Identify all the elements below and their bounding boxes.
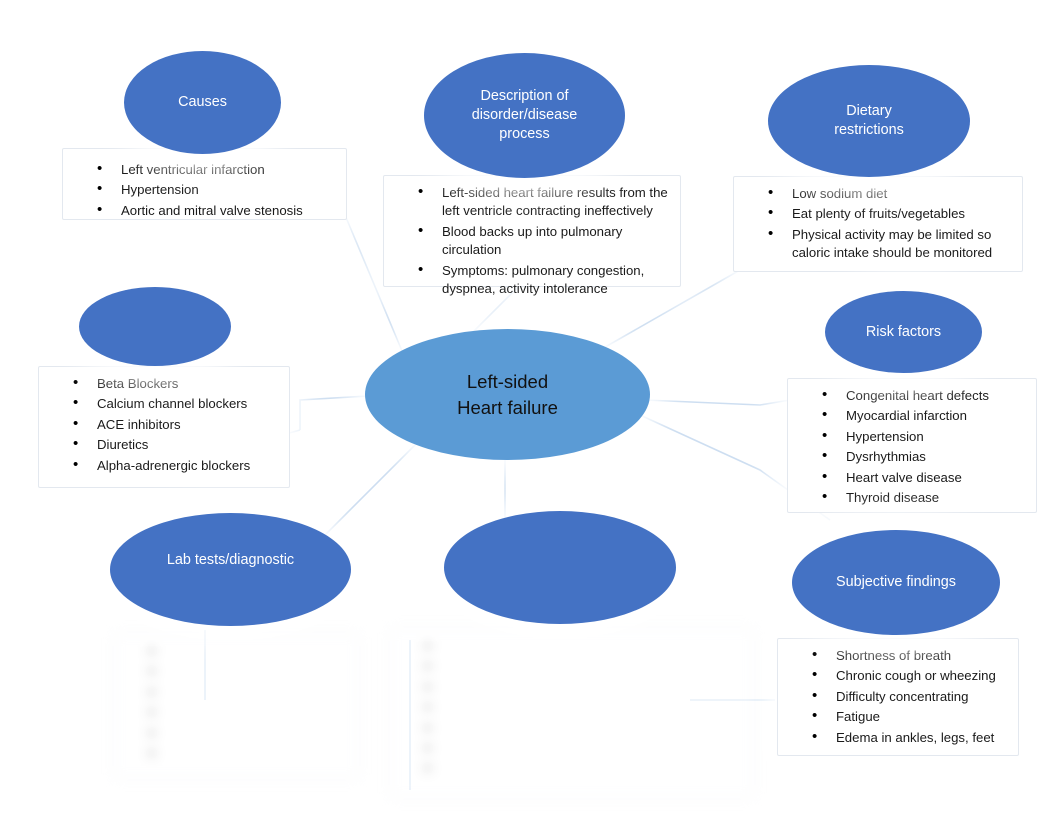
- list-item: [425, 658, 745, 677]
- node-risk-factors[interactable]: Risk factors: [825, 291, 982, 373]
- center-topic-line1: Left-sided: [466, 370, 549, 392]
- list-item: Calcium channel blockers: [73, 394, 281, 413]
- node-lab-tests-label-line2: [229, 570, 233, 589]
- list-item: [425, 679, 745, 698]
- node-subjective-findings[interactable]: Subjective findings: [792, 530, 1000, 635]
- node-dietary-label-line1: Dietary: [846, 103, 892, 119]
- list-item: Hypertension: [97, 180, 338, 199]
- connector-center-risk: [644, 399, 791, 406]
- list-item: Left ventricular infarction: [97, 160, 338, 179]
- list-item: [149, 704, 350, 723]
- medications-list: Beta Blockers Calcium channel blockers A…: [39, 374, 289, 475]
- causes-list: Left ventricular infarction Hypertension…: [63, 160, 346, 220]
- list-item: ACE inhibitors: [73, 415, 281, 434]
- list-item: [149, 745, 350, 764]
- subjective-findings-box: Shortness of breath Chronic cough or whe…: [777, 638, 1019, 756]
- list-item: Dysrhythmias: [822, 447, 1028, 466]
- concept-map-canvas: Left ventricular infarction Hypertension…: [0, 0, 1062, 822]
- dietary-box: Low sodium diet Eat plenty of fruits/veg…: [733, 176, 1023, 272]
- node-description-label-line1: Description of: [480, 88, 569, 104]
- list-item: Shortness of breath: [812, 646, 1010, 665]
- list-item: Difficulty concentrating: [812, 687, 1010, 706]
- node-dietary-label-line2: restrictions: [834, 122, 904, 138]
- list-item: Aortic and mitral valve stenosis: [97, 201, 338, 220]
- list-item: [425, 638, 745, 657]
- bottom-center-list: [391, 638, 753, 780]
- list-item: Heart valve disease: [822, 468, 1028, 487]
- lab-tests-list: [115, 643, 358, 764]
- list-item: Hypertension: [822, 427, 1028, 446]
- dietary-list: Low sodium diet Eat plenty of fruits/veg…: [734, 184, 1022, 263]
- list-item: Symptoms: pulmonary congestion, dyspnea,…: [418, 261, 672, 299]
- risk-factors-box: Congenital heart defects Myocardial infa…: [787, 378, 1037, 513]
- list-item: Fatigue: [812, 707, 1010, 726]
- node-description[interactable]: Description of disorder/disease process: [424, 53, 625, 178]
- list-item: Thyroid disease: [822, 488, 1028, 507]
- bottom-center-box: [390, 628, 754, 798]
- list-item: [149, 663, 350, 682]
- node-subjective-findings-label: Subjective findings: [836, 574, 956, 590]
- node-medications[interactable]: [79, 287, 231, 366]
- node-risk-factors-label: Risk factors: [865, 323, 942, 340]
- node-causes[interactable]: Causes: [124, 51, 281, 154]
- center-topic-line2: Heart failure: [457, 396, 558, 418]
- node-bottom-center-label: [558, 558, 562, 577]
- causes-box: Left ventricular infarction Hypertension…: [62, 148, 347, 220]
- node-causes-label: Causes: [178, 94, 227, 110]
- node-dietary[interactable]: Dietary restrictions: [768, 65, 970, 177]
- list-item: [425, 699, 745, 718]
- list-item: Blood backs up into pulmonary circulatio…: [418, 222, 672, 260]
- subjective-findings-list: Shortness of breath Chronic cough or whe…: [778, 646, 1018, 747]
- medications-box: Beta Blockers Calcium channel blockers A…: [38, 366, 290, 488]
- list-item: Left-sided heart failure results from th…: [418, 183, 672, 221]
- description-box: Left-sided heart failure results from th…: [383, 175, 681, 296]
- list-item: [149, 643, 350, 662]
- list-item: Diuretics: [73, 435, 281, 454]
- node-description-label-line3: process: [499, 126, 550, 142]
- node-lab-tests-label-line1: Lab tests/diagnostic: [166, 551, 295, 568]
- node-description-label-line2: disorder/disease: [471, 107, 578, 123]
- list-item: [149, 684, 350, 703]
- list-item: [425, 760, 745, 779]
- list-item: Alpha-adrenergic blockers: [73, 456, 281, 475]
- risk-factors-list: Congenital heart defects Myocardial infa…: [788, 386, 1036, 507]
- list-item: Edema in ankles, legs, feet: [812, 728, 1010, 747]
- node-bottom-center[interactable]: [444, 511, 676, 624]
- node-lab-tests[interactable]: Lab tests/diagnostic: [110, 513, 351, 626]
- description-list: Left-sided heart failure results from th…: [384, 183, 680, 299]
- list-item: Myocardial infarction: [822, 406, 1028, 425]
- list-item: Beta Blockers: [73, 374, 281, 393]
- list-item: Congenital heart defects: [822, 386, 1028, 405]
- list-item: Low sodium diet: [768, 184, 1014, 203]
- list-item: [149, 725, 350, 744]
- list-item: Physical activity may be limited so calo…: [768, 225, 1014, 263]
- list-item: Eat plenty of fruits/vegetables: [768, 204, 1014, 223]
- list-item: [425, 720, 745, 739]
- list-item: [425, 740, 745, 759]
- lab-tests-box: [114, 633, 359, 779]
- list-item: Chronic cough or wheezing: [812, 666, 1010, 685]
- node-center-topic[interactable]: Left-sided Heart failure: [365, 329, 650, 460]
